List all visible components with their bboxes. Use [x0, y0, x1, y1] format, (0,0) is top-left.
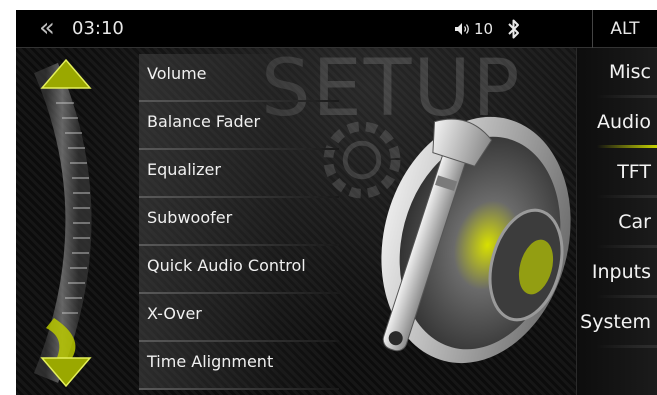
setup-category-tabs: Misc Audio TFT Car Inputs System [576, 48, 657, 395]
menu-item-x-over[interactable]: X-Over [139, 294, 339, 342]
tab-system[interactable]: System [577, 298, 657, 348]
menu-scroller[interactable] [16, 48, 136, 395]
volume-level: 10 [474, 20, 494, 38]
scroll-up-arrow-icon[interactable] [38, 56, 94, 92]
volume-indicator[interactable]: 10 [454, 20, 493, 38]
menu-item-subwoofer[interactable]: Subwoofer [139, 198, 339, 246]
menu-item-quick-audio-control[interactable]: Quick Audio Control [139, 246, 339, 294]
double-chevron-left-icon: « [39, 13, 55, 43]
tab-misc[interactable]: Misc [577, 48, 657, 98]
scroller-arc [33, 62, 92, 383]
audio-settings-menu: Volume Balance Fader Equalizer Subwoofer… [139, 54, 339, 390]
alt-button[interactable]: ALT [592, 10, 657, 48]
tab-audio[interactable]: Audio [577, 98, 657, 148]
menu-item-equalizer[interactable]: Equalizer [139, 150, 339, 198]
clock: 03:10 [72, 18, 124, 39]
scroll-down-arrow-icon[interactable] [38, 354, 94, 390]
menu-item-volume[interactable]: Volume [139, 54, 339, 102]
menu-item-balance-fader[interactable]: Balance Fader [139, 102, 339, 150]
back-button[interactable]: « [34, 13, 60, 43]
tab-car[interactable]: Car [577, 198, 657, 248]
tab-tft[interactable]: TFT [577, 148, 657, 198]
speaker-volume-icon [455, 23, 469, 35]
setup-screen: SETUP « 03:10 10 ALT Volume Balance Fade… [16, 10, 657, 395]
speaker-wrench-illustration [381, 116, 571, 364]
status-bar: « 03:10 10 ALT [16, 10, 657, 48]
tab-inputs[interactable]: Inputs [577, 248, 657, 298]
menu-item-time-alignment[interactable]: Time Alignment [139, 342, 339, 390]
bluetooth-icon [508, 19, 519, 39]
